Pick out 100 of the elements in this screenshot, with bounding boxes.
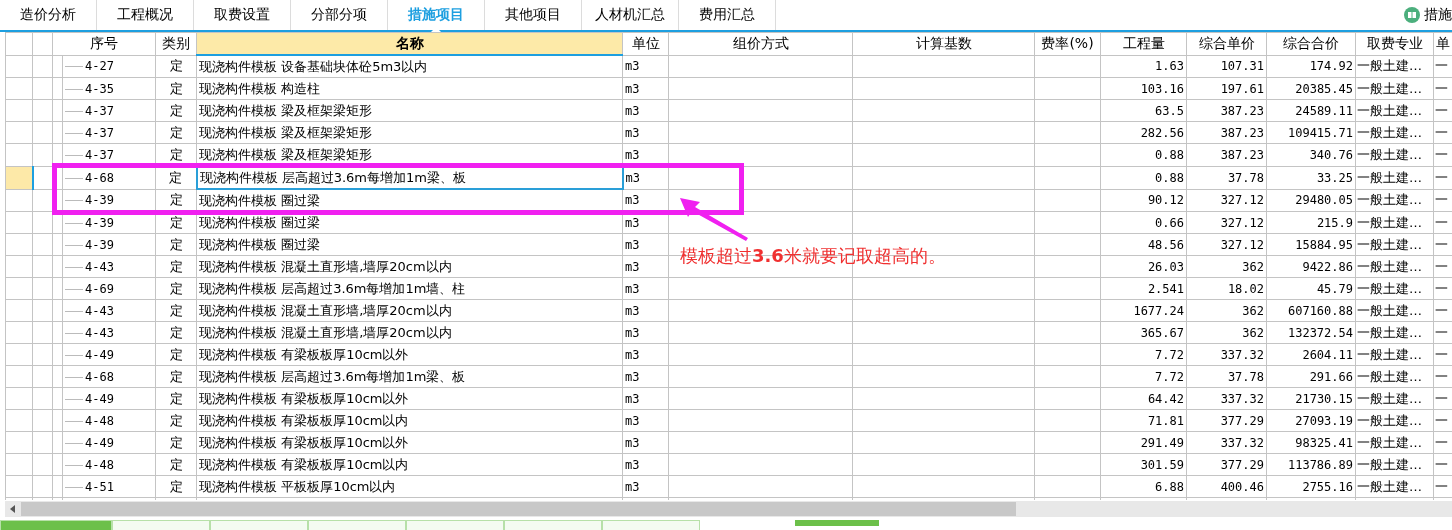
column-header: 单 <box>1433 32 1452 55</box>
table-cell: 定 <box>155 233 197 256</box>
table-cell: 18.02 <box>1186 277 1267 300</box>
tab[interactable]: 分部分项 <box>291 0 388 30</box>
column-header: 类别 <box>155 32 197 55</box>
table-cell: 一般土建… <box>1355 166 1434 189</box>
table-cell: 71.81 <box>1100 409 1187 432</box>
table-cell: 定 <box>155 343 197 366</box>
table-cell: 定 <box>155 299 197 322</box>
table-cell: m3 <box>622 121 669 144</box>
table-cell: 4-48 <box>85 413 114 428</box>
table-cell: 362 <box>1186 299 1267 322</box>
table-cell: m3 <box>622 321 669 344</box>
table-cell: m3 <box>622 475 669 498</box>
table-cell: 4-49 <box>85 391 114 406</box>
tab[interactable]: 工程概况 <box>97 0 194 30</box>
table-cell: 定 <box>155 409 197 432</box>
selected-cell[interactable]: 现浇构件模板 层高超过3.6m每增加1m梁、板 <box>196 166 623 189</box>
table-cell: 4-39 <box>85 237 114 252</box>
tab[interactable]: 费用汇总 <box>679 0 776 30</box>
table-cell: 一般土建… <box>1355 321 1434 344</box>
bottom-tab[interactable] <box>112 520 210 530</box>
table-cell: 现浇构件模板 有梁板板厚10cm以外 <box>196 343 623 366</box>
table-cell: 109415.71 <box>1266 121 1356 144</box>
table-cell: 现浇构件模板 梁及框架梁矩形 <box>196 99 623 122</box>
column-header: 计算基数 <box>852 32 1035 55</box>
table-cell: 400.46 <box>1186 475 1267 498</box>
column-header: 取费专业 <box>1355 32 1434 55</box>
annotation-text: 模板超过3.6米就要记取超高的。 <box>680 244 946 268</box>
bottom-tab[interactable] <box>210 520 308 530</box>
table-cell: 一般土建… <box>1355 365 1434 388</box>
table-cell: 607160.88 <box>1266 299 1356 322</box>
table-cell: 一般土建… <box>1355 143 1434 166</box>
table-cell: 4-69 <box>85 281 114 296</box>
table-cell: 90.12 <box>1100 189 1187 212</box>
table-cell: 现浇构件模板 圈过梁 <box>196 233 623 256</box>
table-cell: 0.66 <box>1100 211 1187 234</box>
table-cell: 定 <box>155 453 197 476</box>
scrollbar-thumb[interactable] <box>21 502 1016 516</box>
arrow <box>678 196 750 242</box>
table-cell: m3 <box>622 189 669 212</box>
bottom-tab[interactable] <box>602 520 700 530</box>
table-cell: 387.23 <box>1186 143 1267 166</box>
table-cell: 定 <box>155 475 197 498</box>
table-cell: 26.03 <box>1100 255 1187 278</box>
table-cell: m3 <box>622 409 669 432</box>
bottom-tab[interactable] <box>406 520 504 530</box>
row-indicator[interactable] <box>5 166 33 189</box>
table-cell: 377.29 <box>1186 453 1267 476</box>
table-cell: 132372.54 <box>1266 321 1356 344</box>
tab[interactable]: 其他项目 <box>485 0 582 30</box>
table-cell: 37.78 <box>1186 166 1267 189</box>
table-cell: m3 <box>622 233 669 256</box>
table-cell: 29480.05 <box>1266 189 1356 212</box>
panel-label[interactable]: 措施 <box>1424 6 1452 24</box>
table-cell: m3 <box>622 431 669 454</box>
scroll-left-icon[interactable] <box>10 505 15 513</box>
table-cell: m3 <box>622 166 669 189</box>
table-cell: m3 <box>622 299 669 322</box>
bottom-tab[interactable] <box>0 520 112 530</box>
table-cell: 291.66 <box>1266 365 1356 388</box>
table-cell: 107.31 <box>1186 55 1267 78</box>
table-cell: 4-27 <box>85 59 114 74</box>
table-cell: 一般土建… <box>1355 387 1434 410</box>
table-cell: 现浇构件模板 层高超过3.6m每增加1m墙、柱 <box>196 277 623 300</box>
table-cell: 一般土建… <box>1355 211 1434 234</box>
table-cell: 定 <box>155 321 197 344</box>
table-cell: 4-39 <box>85 215 114 230</box>
table-cell: 291.49 <box>1100 431 1187 454</box>
table-cell: 327.12 <box>1186 211 1267 234</box>
table-cell: 387.23 <box>1186 99 1267 122</box>
table-cell: 2604.11 <box>1266 343 1356 366</box>
bottom-tab[interactable] <box>308 520 406 530</box>
table-cell: 4-49 <box>85 347 114 362</box>
table-cell: 定 <box>155 277 197 300</box>
table-cell: 4-68 <box>85 369 114 384</box>
table-cell: 一般土建… <box>1355 121 1434 144</box>
table-cell: 一般土建… <box>1355 189 1434 212</box>
tab[interactable]: 人材机汇总 <box>582 0 679 30</box>
tab[interactable]: 取费设置 <box>194 0 291 30</box>
table-cell: m3 <box>622 143 669 166</box>
book-icon[interactable] <box>1404 7 1420 23</box>
table-cell: 37.78 <box>1186 365 1267 388</box>
table-cell: m3 <box>622 343 669 366</box>
table-cell: m3 <box>622 365 669 388</box>
table-cell: 362 <box>1186 321 1267 344</box>
bottom-tab[interactable] <box>504 520 602 530</box>
table-cell: 24589.11 <box>1266 99 1356 122</box>
table-cell: 282.56 <box>1100 121 1187 144</box>
table-cell: 4-37 <box>85 103 114 118</box>
table-cell: 一般土建… <box>1355 475 1434 498</box>
table-cell: 4-48 <box>85 457 114 472</box>
table-cell: m3 <box>622 255 669 278</box>
tab[interactable]: 造价分析 <box>0 0 97 30</box>
column-header: 综合合价 <box>1266 32 1356 55</box>
table-cell: 现浇构件模板 圈过梁 <box>196 189 623 212</box>
table-cell: 327.12 <box>1186 189 1267 212</box>
table-cell: 一般土建… <box>1355 453 1434 476</box>
splitter-handle[interactable] <box>795 520 879 526</box>
table-cell: 1.63 <box>1100 55 1187 78</box>
